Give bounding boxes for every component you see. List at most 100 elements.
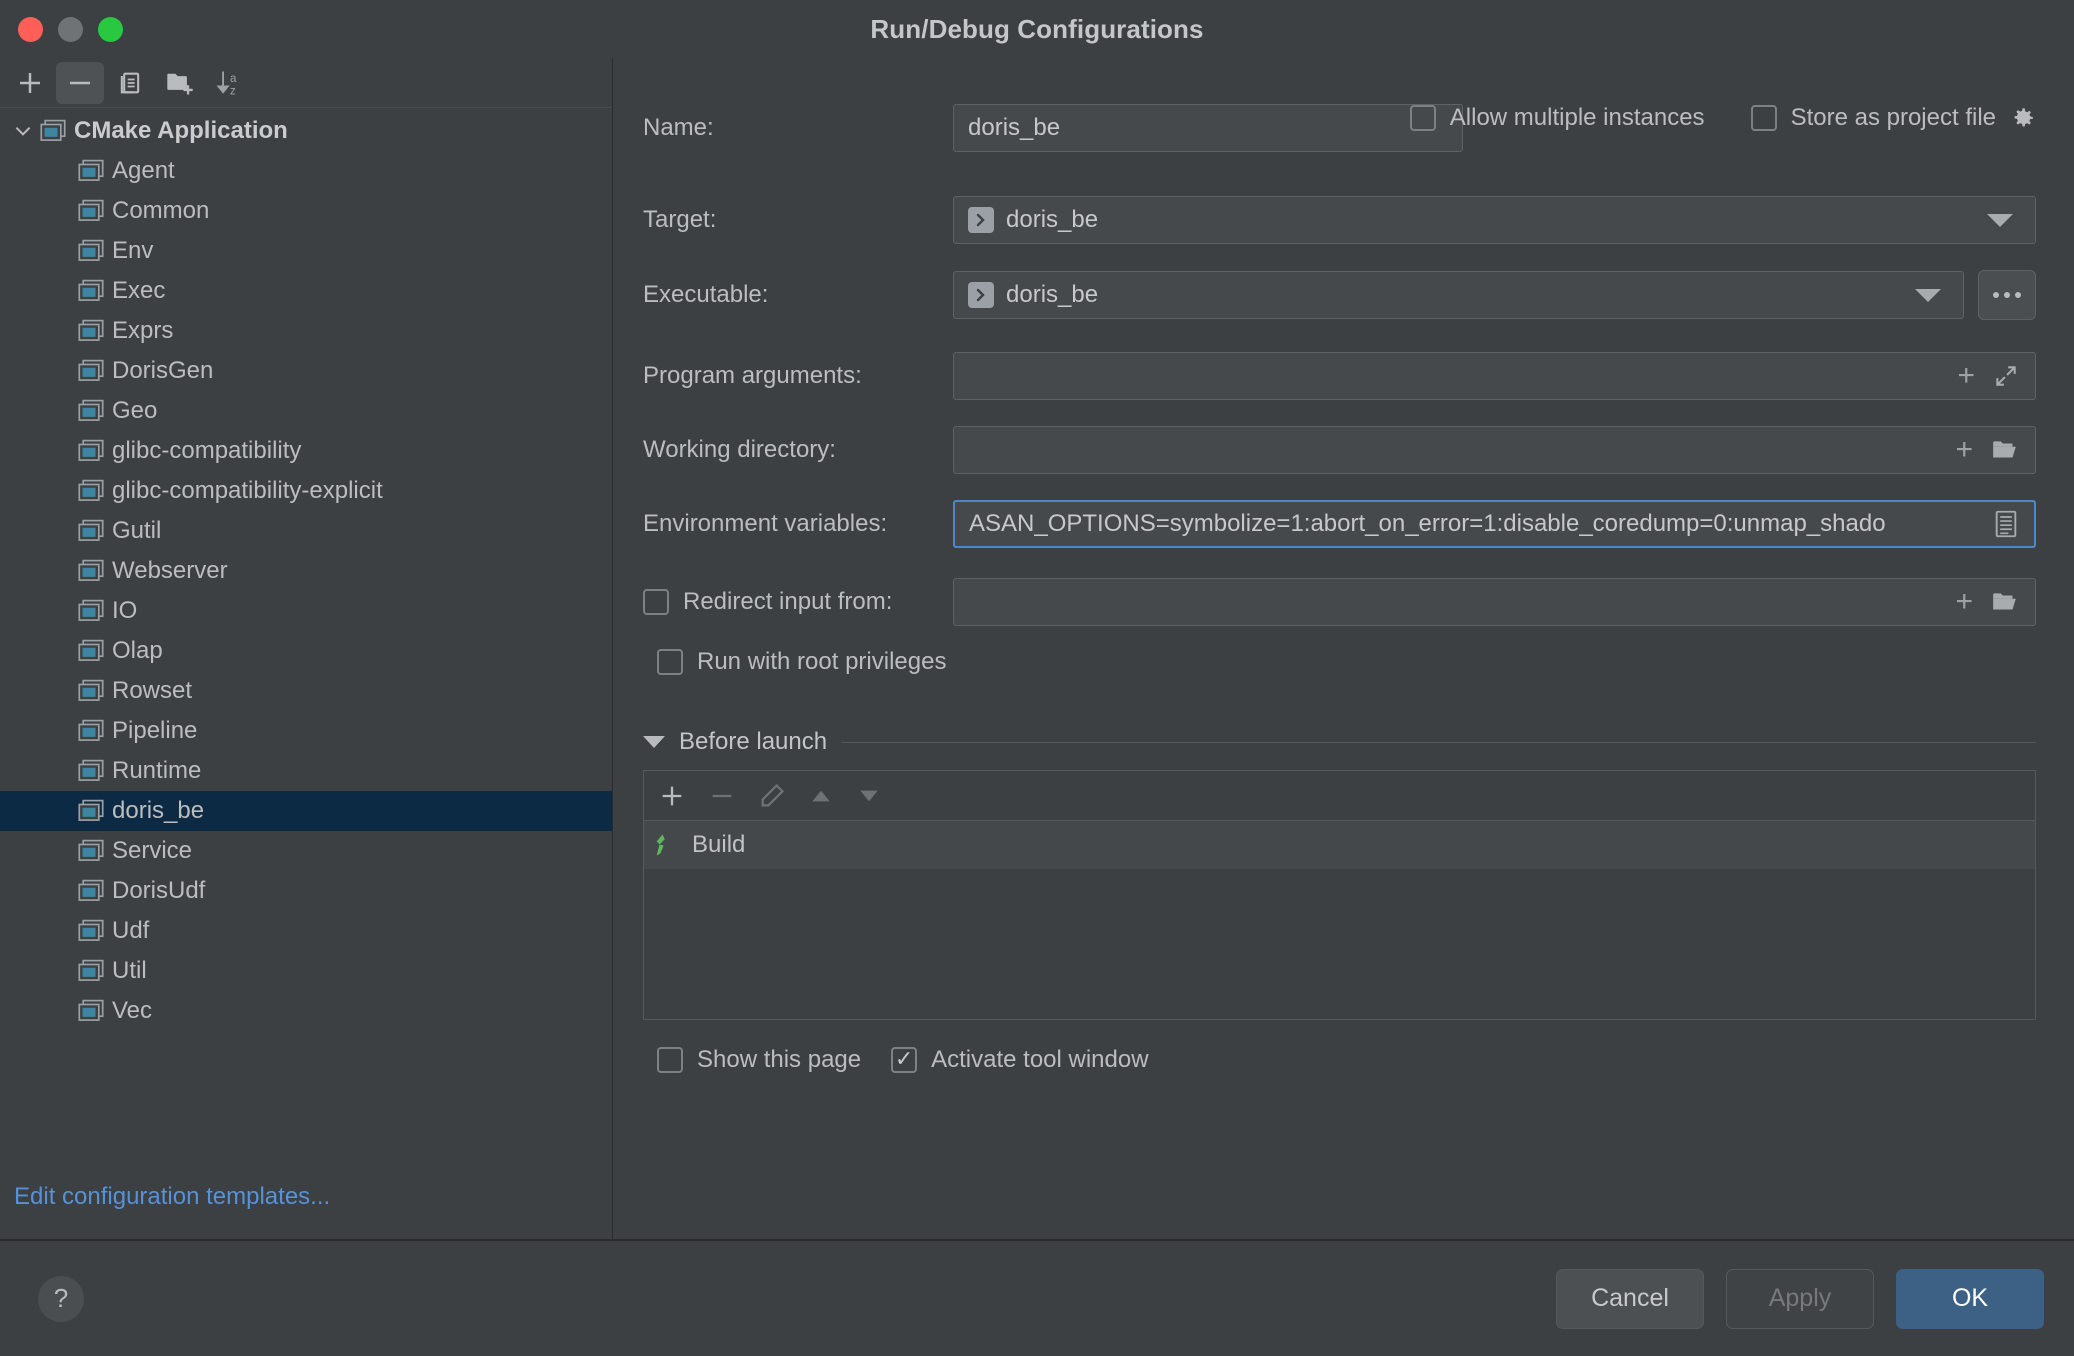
sort-configurations-button[interactable]: a z <box>206 62 254 104</box>
tree-item-label: Common <box>112 197 209 225</box>
redirect-input-checkbox[interactable] <box>643 589 669 615</box>
program-arguments-input[interactable]: + <box>953 352 2036 400</box>
target-dropdown[interactable]: doris_be <box>953 196 2036 244</box>
name-input[interactable]: doris_be <box>953 104 1463 152</box>
edit-configuration-templates-link[interactable]: Edit configuration templates... <box>14 1183 330 1211</box>
add-configuration-button[interactable] <box>6 62 54 104</box>
cmake-target-icon <box>78 678 104 704</box>
before-launch-header[interactable]: Before launch <box>643 728 2036 756</box>
tree-item[interactable]: DorisGen <box>0 351 612 391</box>
tree-item[interactable]: DorisUdf <box>0 871 612 911</box>
tree-item[interactable]: Exprs <box>0 311 612 351</box>
chevron-down-icon[interactable] <box>8 116 38 146</box>
tree-item-label: Pipeline <box>112 717 197 745</box>
cmake-target-icon <box>78 318 104 344</box>
apply-button[interactable]: Apply <box>1726 1269 1874 1329</box>
browse-executable-button[interactable] <box>1978 270 2036 320</box>
redirect-input-label-group: Redirect input from: <box>643 588 953 616</box>
allow-multiple-instances-label: Allow multiple instances <box>1450 104 1705 132</box>
tree-item[interactable]: Env <box>0 231 612 271</box>
tree-item-label: glibc-compatibility <box>112 437 301 465</box>
tree-item[interactable]: IO <box>0 591 612 631</box>
run-with-root-privileges-checkbox[interactable] <box>657 649 683 675</box>
tree-item[interactable]: glibc-compatibility <box>0 431 612 471</box>
folder-icon[interactable] <box>1991 437 2019 463</box>
tree-item-label: DorisGen <box>112 357 213 385</box>
program-arguments-row: Program arguments: + <box>643 352 2036 400</box>
insert-macro-icon[interactable]: + <box>1955 435 1973 465</box>
edit-task-button[interactable] <box>758 782 786 810</box>
store-as-project-file-checkbox[interactable] <box>1751 105 1777 131</box>
remove-configuration-button[interactable] <box>56 62 104 104</box>
save-configuration-button[interactable] <box>156 62 204 104</box>
tree-item[interactable]: Rowset <box>0 671 612 711</box>
show-this-page-row[interactable]: Show this page <box>657 1046 861 1074</box>
tree-item[interactable]: Webserver <box>0 551 612 591</box>
dialog-footer: ? Cancel Apply OK <box>0 1240 2074 1356</box>
tree-item[interactable]: Udf <box>0 911 612 951</box>
store-as-project-file-label: Store as project file <box>1791 104 1996 132</box>
store-as-project-file-row[interactable]: Store as project file <box>1751 104 2036 132</box>
tree-item[interactable]: Exec <box>0 271 612 311</box>
show-this-page-checkbox[interactable] <box>657 1047 683 1073</box>
insert-macro-icon[interactable]: + <box>1957 361 1975 391</box>
redirect-input-field[interactable]: + <box>953 578 2036 626</box>
chevron-down-icon[interactable] <box>1987 214 2013 227</box>
name-label: Name: <box>643 114 953 142</box>
cmake-application-icon <box>40 118 66 144</box>
tree-item-label: Olap <box>112 637 163 665</box>
tree-item-label: glibc-compatibility-explicit <box>112 477 383 505</box>
tree-item[interactable]: Vec <box>0 991 612 1031</box>
tree-item[interactable]: Geo <box>0 391 612 431</box>
allow-multiple-instances-row[interactable]: Allow multiple instances <box>1410 104 1705 132</box>
move-down-button[interactable] <box>856 783 882 809</box>
activate-tool-window-checkbox[interactable] <box>891 1047 917 1073</box>
expand-icon[interactable] <box>1993 363 2019 389</box>
tree-item-label: Vec <box>112 997 152 1025</box>
move-up-button[interactable] <box>808 783 834 809</box>
tree-item[interactable]: Service <box>0 831 612 871</box>
gear-icon[interactable] <box>2010 105 2036 131</box>
tree-item-label: Webserver <box>112 557 228 585</box>
working-directory-input[interactable]: + <box>953 426 2036 474</box>
executable-dropdown[interactable]: doris_be <box>953 271 1964 319</box>
folder-icon[interactable] <box>1991 589 2019 615</box>
tree-item[interactable]: Runtime <box>0 751 612 791</box>
ok-button[interactable]: OK <box>1896 1269 2044 1329</box>
remove-task-button[interactable] <box>708 782 736 810</box>
environment-variables-label: Environment variables: <box>643 510 953 538</box>
activate-tool-window-row[interactable]: Activate tool window <box>891 1046 1148 1074</box>
tree-item-label: Runtime <box>112 757 201 785</box>
tree-item[interactable]: Util <box>0 951 612 991</box>
triangle-down-icon[interactable] <box>643 736 665 748</box>
add-task-button[interactable] <box>658 782 686 810</box>
tree-item[interactable]: doris_be <box>0 791 612 831</box>
copy-configuration-button[interactable] <box>106 62 154 104</box>
configurations-toolbar: a z <box>0 58 612 108</box>
before-launch-task-row[interactable]: Build <box>644 821 2035 869</box>
tree-item[interactable]: Olap <box>0 631 612 671</box>
cmake-target-icon <box>78 238 104 264</box>
show-this-page-label: Show this page <box>697 1046 861 1074</box>
tree-item-label: Env <box>112 237 153 265</box>
environment-variables-value: ASAN_OPTIONS=symbolize=1:abort_on_error=… <box>969 510 1994 538</box>
chevron-down-icon[interactable] <box>1915 289 1941 302</box>
executable-value: doris_be <box>1006 281 1098 309</box>
insert-macro-icon[interactable]: + <box>1955 587 1973 617</box>
tree-item[interactable]: Gutil <box>0 511 612 551</box>
tree-item-label: Exprs <box>112 317 173 345</box>
tree-item-label: Rowset <box>112 677 192 705</box>
environment-variables-editor-icon[interactable] <box>1994 510 2018 538</box>
help-button[interactable]: ? <box>38 1276 84 1322</box>
cancel-button[interactable]: Cancel <box>1556 1269 1704 1329</box>
tree-item[interactable]: Agent <box>0 151 612 191</box>
tree-item[interactable]: Common <box>0 191 612 231</box>
run-with-root-privileges-row[interactable]: Run with root privileges <box>657 648 2036 676</box>
configurations-tree[interactable]: CMake Application Agent Common Env Exec Expr… <box>0 108 612 1239</box>
tree-root-cmake-application[interactable]: CMake Application <box>0 111 612 151</box>
target-label: Target: <box>643 206 953 234</box>
tree-item[interactable]: Pipeline <box>0 711 612 751</box>
environment-variables-input[interactable]: ASAN_OPTIONS=symbolize=1:abort_on_error=… <box>953 500 2036 548</box>
allow-multiple-instances-checkbox[interactable] <box>1410 105 1436 131</box>
tree-item[interactable]: glibc-compatibility-explicit <box>0 471 612 511</box>
